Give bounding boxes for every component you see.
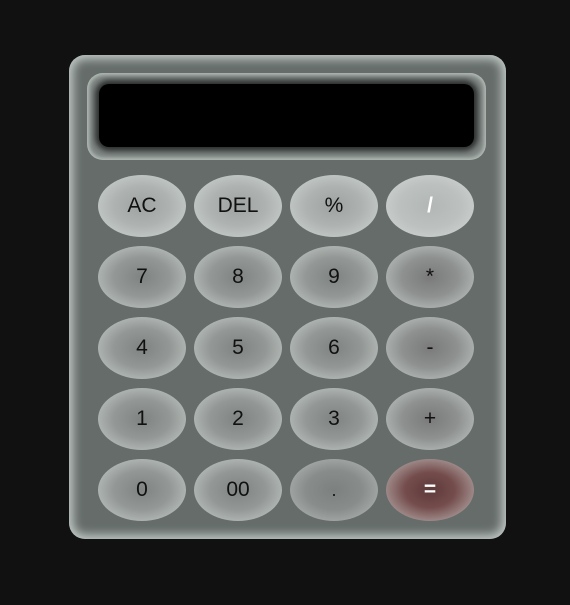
subtract-button[interactable]: -	[386, 317, 474, 379]
digit-2-button[interactable]: 2	[194, 388, 282, 450]
digit-8-button[interactable]: 8	[194, 246, 282, 308]
digit-9-button[interactable]: 9	[290, 246, 378, 308]
digit-7-button[interactable]: 7	[98, 246, 186, 308]
equals-button[interactable]: =	[386, 459, 474, 521]
divide-button[interactable]: /	[386, 175, 474, 237]
digit-6-button[interactable]: 6	[290, 317, 378, 379]
calculator-display	[99, 84, 474, 147]
calculator-body: AC DEL % / 7 8 9 * 4 5 6 - 1 2 3 + 0 00 …	[69, 55, 506, 539]
percent-button[interactable]: %	[290, 175, 378, 237]
display-frame	[87, 73, 486, 160]
delete-button[interactable]: DEL	[194, 175, 282, 237]
double-zero-button[interactable]: 00	[194, 459, 282, 521]
digit-3-button[interactable]: 3	[290, 388, 378, 450]
digit-1-button[interactable]: 1	[98, 388, 186, 450]
decimal-point-button[interactable]: .	[290, 459, 378, 521]
keypad: AC DEL % / 7 8 9 * 4 5 6 - 1 2 3 + 0 00 …	[98, 175, 475, 523]
add-button[interactable]: +	[386, 388, 474, 450]
digit-5-button[interactable]: 5	[194, 317, 282, 379]
all-clear-button[interactable]: AC	[98, 175, 186, 237]
digit-0-button[interactable]: 0	[98, 459, 186, 521]
multiply-button[interactable]: *	[386, 246, 474, 308]
digit-4-button[interactable]: 4	[98, 317, 186, 379]
